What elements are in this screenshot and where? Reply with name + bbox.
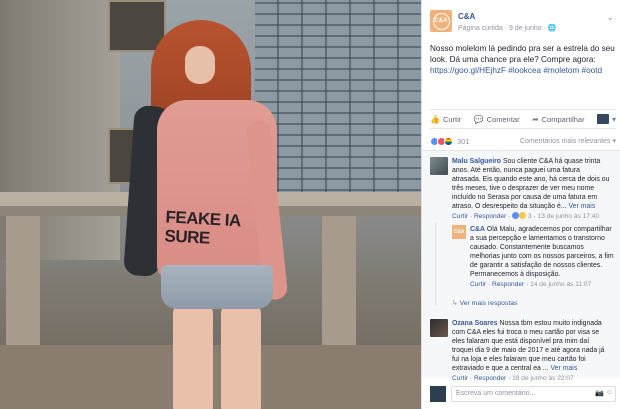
comment-time[interactable]: 13 de junho às 17:40 (538, 213, 600, 220)
camera-icon[interactable]: 📷 (595, 389, 604, 397)
current-user-avatar (430, 386, 446, 402)
comment-time[interactable]: 18 de junho às 22:07 (512, 375, 574, 382)
share-button[interactable]: ➦ Compartilhar (532, 115, 585, 124)
reply-thread-line (435, 223, 436, 305)
reply-avatar-logo: C&A (453, 229, 465, 235)
denim-shorts (161, 265, 273, 309)
share-label: Compartilhar (541, 114, 585, 124)
commenter-name[interactable]: Ozana Soares (452, 320, 498, 327)
post-photo[interactable]: FEAKE IA SURE (0, 0, 421, 409)
page-reply-avatar[interactable]: C&A (452, 225, 466, 239)
comment-input[interactable]: Escreva um comentário... (451, 386, 616, 402)
sweatshirt-print: FEAKE IA SURE (164, 207, 241, 248)
post-side-panel: C&A C&A Página curtida · 9 de junho · 🌐 … (421, 0, 620, 409)
model-leg (221, 300, 261, 409)
comment-composer: Escreva um comentário... 📷 ☺ (430, 386, 616, 402)
thumbs-up-icon: 👍 (430, 114, 440, 124)
chevron-down-icon[interactable]: ⌄ (606, 12, 614, 23)
post-meta: Página curtida · 9 de junho · 🌐 (458, 24, 557, 32)
globe-icon: 🌐 (547, 25, 557, 32)
reaction-count[interactable]: 301 (457, 137, 470, 146)
page-name[interactable]: C&A (458, 12, 475, 21)
post-actions: 👍 Curtir 💬 Comentar ➦ Compartilhar ▾ (430, 109, 616, 129)
commenter-avatar[interactable] (430, 319, 448, 337)
like-label: Curtir (442, 114, 462, 124)
reply-time[interactable]: 14 de junho às 11:07 (530, 281, 591, 288)
post-as-selector[interactable]: ▾ (596, 114, 616, 124)
emoji-reaction-icon (519, 212, 527, 219)
comment-like-link[interactable]: Curtir (452, 213, 468, 220)
post-header: C&A C&A Página curtida · 9 de junho · 🌐 … (430, 8, 616, 36)
page-avatar-logo: C&A (432, 12, 450, 30)
pride-reaction-icon (444, 136, 453, 146)
reply-author[interactable]: C&A (470, 226, 485, 233)
smiley-icon[interactable]: ☺ (606, 389, 613, 396)
comment-icon: 💬 (473, 114, 484, 124)
commenter-name[interactable]: Malu Salgueiro (452, 158, 501, 165)
comment-text: Nossa tbm estou muito indignada com C&A … (452, 320, 605, 372)
comment-reply-link[interactable]: Responder (474, 375, 506, 382)
comment-body: Malu Salgueiro Sou cliente C&A há quase … (452, 157, 610, 221)
reply-arrow-icon: ↳ (452, 300, 458, 307)
see-more-link[interactable]: Ver mais (568, 203, 595, 210)
caret-down-icon: ▾ (611, 114, 616, 124)
comment-reaction-count[interactable]: 3 (528, 213, 532, 220)
ledge-pillar (322, 216, 356, 366)
page-avatar[interactable]: C&A (430, 10, 452, 32)
comment-label: Comentar (486, 114, 520, 124)
comment-meta: Curtir · Responder · 3 · 13 de junho às … (452, 212, 600, 220)
reply-meta: Curtir · Responder · 14 de junho às 11:0… (470, 281, 592, 288)
reactions-bar: 301 Comentários mais relevantes ▾ (430, 135, 616, 147)
see-more-replies-label: Ver mais respostas (459, 300, 518, 307)
comment-like-link[interactable]: Curtir (452, 375, 468, 382)
comment-button[interactable]: 💬 Comentar (474, 115, 520, 124)
reply-like-link[interactable]: Curtir (470, 281, 486, 288)
model-leg (173, 300, 213, 409)
page-mini-avatar (596, 114, 609, 124)
see-more-link[interactable]: Ver mais (550, 365, 577, 372)
reply-body: C&A Olá Malu, agradecemos por compartilh… (470, 225, 614, 289)
comments-section: Malu Salgueiro Sou cliente C&A há quase … (422, 150, 620, 382)
commenter-avatar[interactable] (430, 157, 448, 175)
like-button[interactable]: 👍 Curtir (430, 115, 461, 124)
model-figure: FEAKE IA SURE (123, 10, 295, 409)
share-icon: ➦ (531, 114, 539, 124)
model-face (185, 46, 215, 84)
post-caption: Nosso molelom lá pedindo pra ser a estre… (430, 44, 615, 64)
comment-reply-link[interactable]: Responder (474, 213, 506, 220)
comment-sort-dropdown[interactable]: Comentários mais relevantes ▾ (520, 137, 616, 145)
comment-meta: Curtir · Responder · 18 de junho às 22:0… (452, 375, 574, 382)
post-links[interactable]: https://goo.gl/HEjhzF #lookcea #moletom … (430, 66, 602, 75)
reply-text: Olá Malu, agradecemos por compartilhar a… (470, 226, 614, 278)
ledge-pillar (6, 216, 40, 366)
reply-reply-link[interactable]: Responder (492, 281, 524, 288)
like-reaction-icon (512, 212, 520, 219)
see-more-replies[interactable]: ↳ Ver mais respostas (452, 299, 517, 307)
post-meta-text: Página curtida · 9 de junho · (458, 25, 548, 32)
comment-body: Ozana Soares Nossa tbm estou muito indig… (452, 319, 610, 383)
post-text: Nosso molelom lá pedindo pra ser a estre… (430, 43, 616, 76)
